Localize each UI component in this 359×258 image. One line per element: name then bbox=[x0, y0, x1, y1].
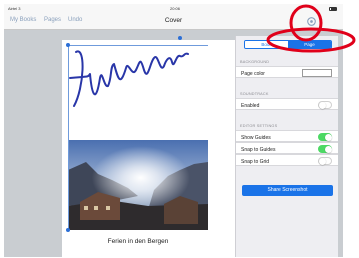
photo-caption[interactable]: Ferien in den Bergen bbox=[68, 238, 208, 245]
snap-to-guides-label: Snap to Guides bbox=[241, 146, 276, 153]
battery-icon bbox=[329, 6, 337, 11]
section-header-background: BACKGROUND bbox=[240, 60, 270, 64]
enabled-label: Enabled bbox=[241, 102, 260, 109]
section-header-editor-settings: EDITOR SETTINGS bbox=[240, 124, 278, 128]
soundtrack-enabled-row[interactable]: Enabled bbox=[236, 98, 338, 110]
snap-to-grid-toggle[interactable] bbox=[318, 157, 332, 165]
clock-label: 20:06 bbox=[170, 6, 181, 11]
page-color-label: Page color bbox=[241, 70, 265, 77]
resize-handle-top-left[interactable] bbox=[66, 43, 70, 47]
book-page-segmented-control: Book Page bbox=[244, 40, 332, 49]
rotate-handle[interactable] bbox=[178, 36, 182, 40]
gear-icon[interactable] bbox=[305, 15, 318, 28]
snap-to-grid-label: Snap to Grid bbox=[241, 158, 270, 165]
page-color-swatch[interactable] bbox=[302, 69, 332, 77]
mountain-photo[interactable] bbox=[68, 140, 208, 230]
handwritten-signature[interactable] bbox=[66, 48, 216, 110]
settings-popover: Book Page BACKGROUND Page color SOUNDTRA… bbox=[235, 36, 338, 257]
show-guides-toggle[interactable] bbox=[318, 133, 332, 141]
show-guides-label: Show Guides bbox=[241, 134, 271, 141]
carrier-label: Airtel 3 bbox=[8, 6, 21, 11]
resize-handle-bottom-left[interactable] bbox=[66, 228, 70, 232]
status-bar: Airtel 3 20:06 bbox=[4, 4, 343, 13]
page-title: Cover bbox=[164, 16, 183, 24]
snap-to-guides-toggle[interactable] bbox=[318, 145, 332, 153]
soundtrack-enabled-toggle[interactable] bbox=[318, 101, 332, 109]
share-screenshot-button[interactable]: Share Screenshot bbox=[242, 185, 333, 196]
segment-page[interactable]: Page bbox=[288, 41, 331, 48]
page-color-row[interactable]: Page color bbox=[236, 66, 338, 78]
ipad-screen: Airtel 3 20:06 My Books Pages Undo Cover bbox=[4, 4, 343, 257]
snap-to-guides-row[interactable]: Snap to Guides bbox=[236, 142, 338, 154]
segment-book[interactable]: Book bbox=[245, 41, 288, 48]
section-header-soundtrack: SOUNDTRACK bbox=[240, 92, 269, 96]
navigation-bar: My Books Pages Undo Cover bbox=[4, 13, 343, 30]
selection-border-top bbox=[68, 45, 208, 46]
show-guides-row[interactable]: Show Guides bbox=[236, 130, 338, 142]
snap-to-grid-row[interactable]: Snap to Grid bbox=[236, 154, 338, 166]
